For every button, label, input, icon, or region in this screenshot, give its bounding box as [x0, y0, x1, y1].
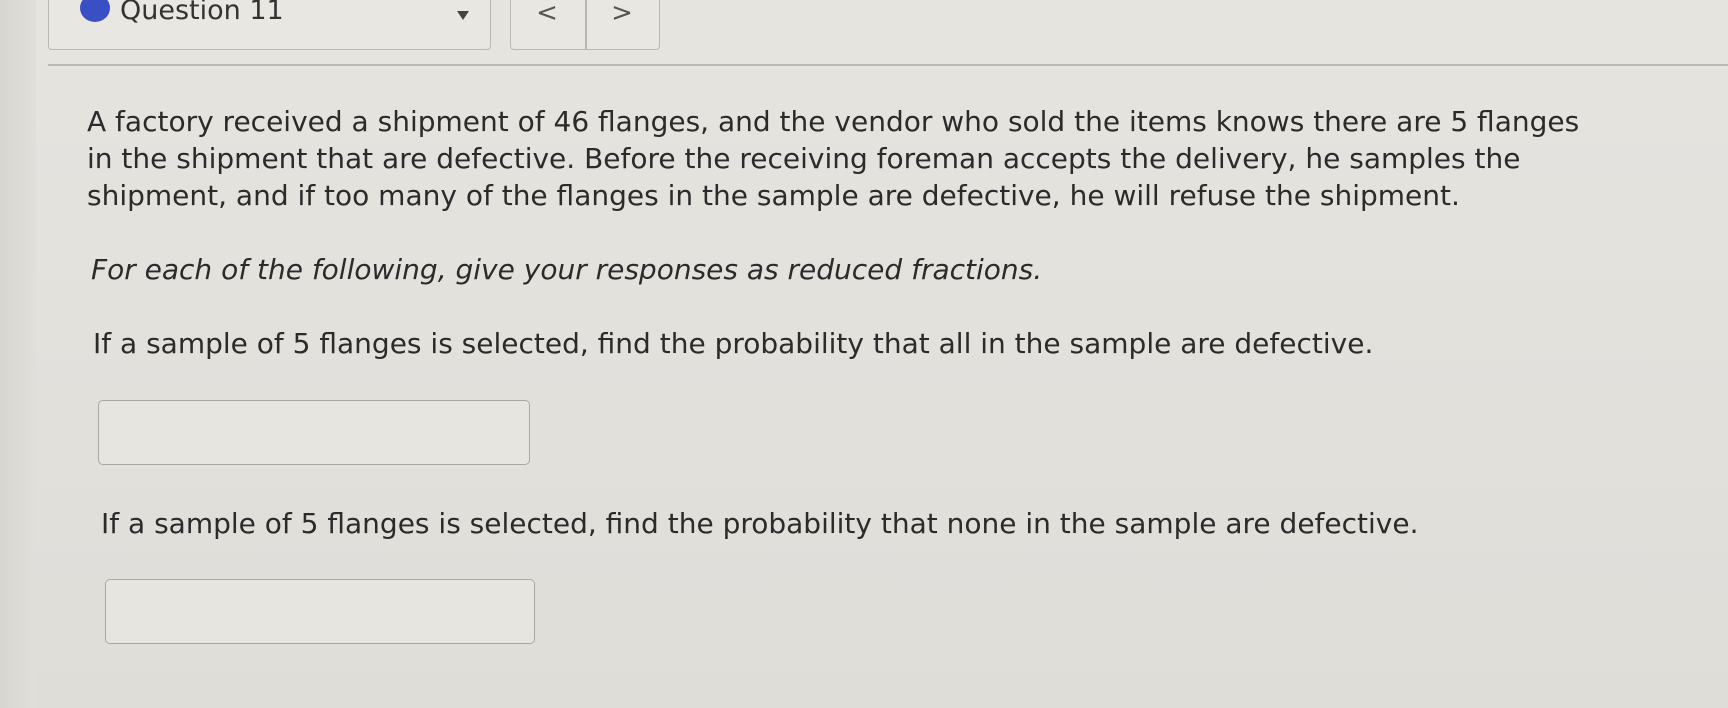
part1-answer-input[interactable] — [98, 400, 530, 465]
next-question-button[interactable]: > — [592, 0, 652, 30]
part2-prompt: If a sample of 5 flanges is selected, fi… — [101, 507, 1419, 540]
problem-text-line-3: shipment, and if too many of the flanges… — [87, 179, 1460, 212]
previous-question-button[interactable]: < — [517, 0, 577, 30]
left-panel-edge — [0, 0, 36, 708]
nav-divider — [585, 0, 587, 50]
problem-text-line-1: A factory received a shipment of 46 flan… — [87, 105, 1580, 138]
instruction-text: For each of the following, give your res… — [91, 253, 1043, 286]
caret-down-icon[interactable] — [457, 11, 469, 20]
part1-prompt: If a sample of 5 flanges is selected, fi… — [93, 327, 1374, 360]
question-selector-label: Question 11 — [120, 0, 284, 26]
part2-answer-input[interactable] — [105, 579, 535, 644]
header-divider — [48, 64, 1728, 66]
problem-text-line-2: in the shipment that are defective. Befo… — [87, 142, 1521, 175]
